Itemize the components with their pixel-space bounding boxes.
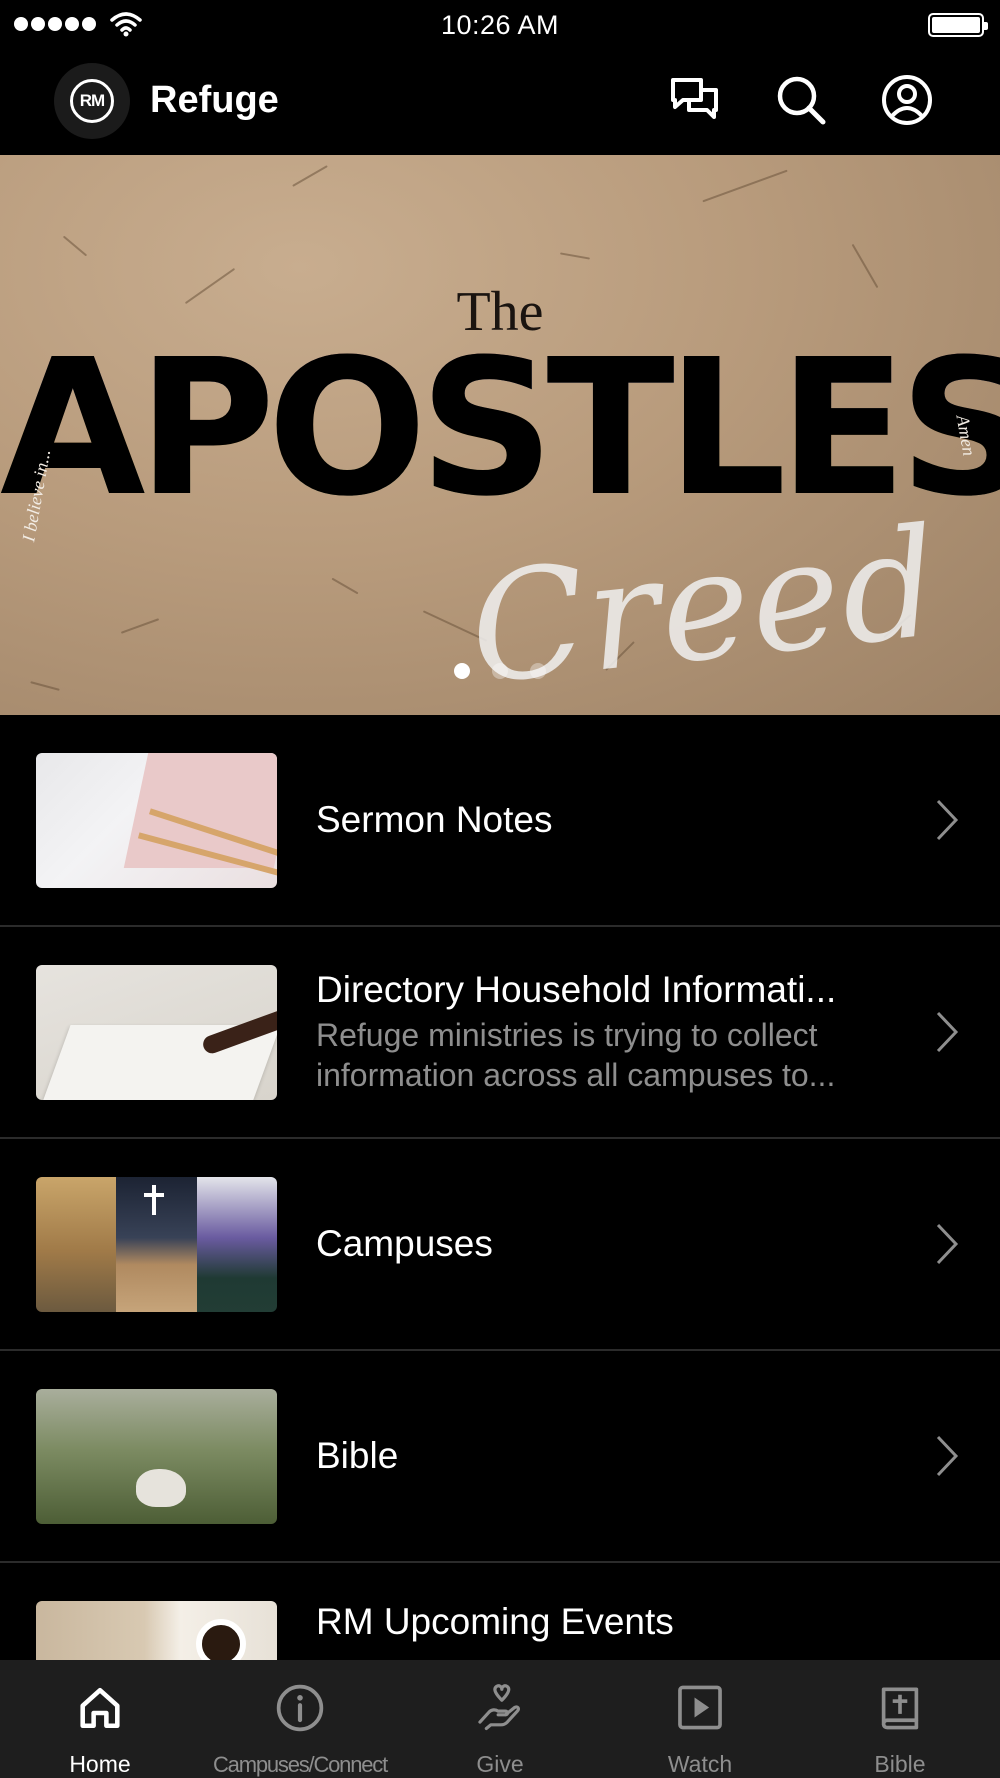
search-icon [777, 76, 826, 125]
status-bar: 10:26 AM [0, 0, 1000, 50]
profile-icon [882, 75, 932, 125]
give-hand-heart-icon [478, 1684, 521, 1731]
tab-label: Campuses/Connect [212, 1752, 388, 1777]
list-item-directory[interactable]: Directory Household Informati... Refuge … [0, 927, 1000, 1139]
play-icon [678, 1685, 722, 1730]
list-item-title: Campuses [316, 1223, 493, 1264]
bible-icon [881, 1687, 919, 1730]
tab-label: Give [476, 1751, 524, 1777]
content-list: Sermon Notes Directory Household Informa… [0, 715, 1000, 1775]
carousel-dot[interactable] [454, 663, 470, 679]
battery-icon [928, 13, 988, 37]
banner-main-title: APOSTLES [0, 335, 1000, 523]
profile-button[interactable] [879, 72, 935, 128]
carousel-dot[interactable] [530, 663, 546, 679]
app-title: Refuge [150, 79, 279, 121]
home-icon [80, 1687, 120, 1728]
tab-home[interactable]: Home [0, 1660, 200, 1778]
tab-label: Bible [874, 1751, 926, 1777]
list-item-title: Directory Household Informati... [316, 969, 837, 1010]
campuses-thumbnail [36, 1177, 277, 1312]
messages-button[interactable] [667, 72, 723, 128]
bible-thumbnail [36, 1389, 277, 1524]
tab-label: Watch [667, 1751, 733, 1777]
list-item-campuses[interactable]: Campuses [0, 1139, 1000, 1351]
tab-bible[interactable]: Bible [800, 1660, 1000, 1778]
chevron-right-icon [936, 1435, 959, 1477]
status-time: 10:26 AM [440, 10, 560, 40]
carousel-pagination [0, 663, 1000, 679]
bottom-tab-bar: Home Campuses/Connect Give Watch Bible [0, 1660, 1000, 1778]
list-item-title: RM Upcoming Events [316, 1601, 674, 1642]
list-item-sermon-notes[interactable]: Sermon Notes [0, 715, 1000, 927]
list-item-bible[interactable]: Bible [0, 1351, 1000, 1563]
directory-thumbnail [36, 965, 277, 1100]
chevron-right-icon [936, 1223, 959, 1265]
search-button[interactable] [773, 72, 829, 128]
featured-banner[interactable]: The APOSTLES Creed I believe in... Amen [0, 155, 1000, 715]
list-item-title: Bible [316, 1435, 399, 1476]
tab-watch[interactable]: Watch [600, 1660, 800, 1778]
chevron-right-icon [936, 1011, 959, 1053]
chevron-right-icon [936, 799, 959, 841]
tab-give[interactable]: Give [400, 1660, 600, 1778]
info-icon [276, 1684, 324, 1732]
logo-text: RM [70, 79, 114, 123]
tab-campuses-connect[interactable]: Campuses/Connect [200, 1660, 400, 1778]
carousel-dot[interactable] [492, 663, 508, 679]
app-header: RM Refuge [0, 50, 1000, 155]
app-logo[interactable]: RM [54, 63, 130, 139]
list-item-title: Sermon Notes [316, 799, 553, 840]
chat-bubbles-icon [671, 78, 718, 119]
sermon-notes-thumbnail [36, 753, 277, 888]
tab-label: Home [69, 1751, 131, 1777]
list-item-subtitle: Refuge ministries is trying to collect i… [316, 1017, 836, 1093]
